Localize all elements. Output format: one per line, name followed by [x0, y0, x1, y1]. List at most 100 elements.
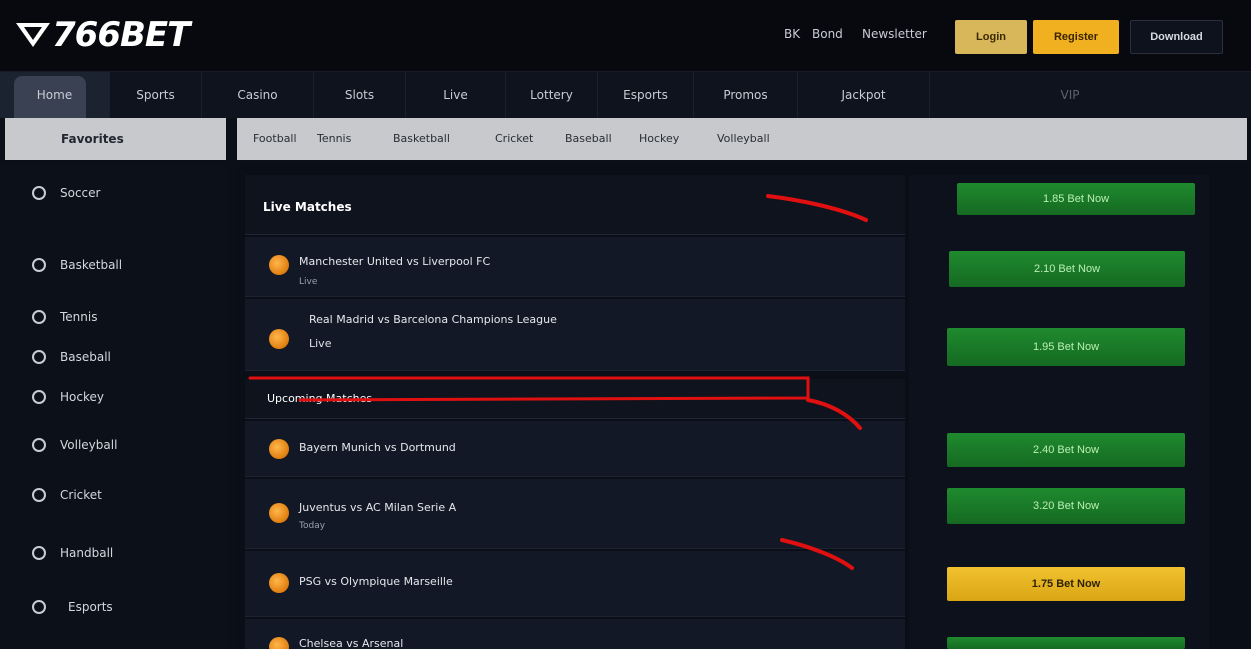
match-title: Chelsea vs Arsenal [299, 637, 404, 649]
sidebar-item-esports[interactable]: Esports [0, 585, 226, 629]
tab-label: Slots [344, 88, 375, 102]
tab-esports[interactable]: Esports [598, 72, 694, 118]
tab-label: Home [36, 88, 73, 102]
match-row[interactable]: Manchester United vs Liverpool FC Live [245, 237, 905, 297]
sidebar-item-baseball[interactable]: Baseball [0, 335, 226, 379]
tab-casino[interactable]: Casino [202, 72, 314, 118]
match-row[interactable]: Chelsea vs Arsenal [245, 619, 905, 649]
tab-lottery[interactable]: Lottery [506, 72, 598, 118]
filter-tennis[interactable]: Tennis [317, 132, 351, 145]
filter-volleyball[interactable]: Volleyball [717, 132, 770, 145]
match-title: Manchester United vs Liverpool FC [299, 255, 491, 268]
sidebar-item-label: Tennis [60, 310, 98, 324]
odds-button[interactable]: 1.75 Bet Now [947, 567, 1185, 601]
sidebar-item-label: Baseball [60, 350, 111, 364]
filter-hockey[interactable]: Hockey [639, 132, 679, 145]
favorites-bar[interactable]: Favorites [5, 118, 226, 160]
tab-live[interactable]: Live [406, 72, 506, 118]
sport-ball-icon [32, 600, 46, 614]
match-row[interactable]: Juventus vs AC Milan Serie A Today [245, 479, 905, 549]
sport-ball-icon [32, 350, 46, 364]
tab-slots[interactable]: Slots [314, 72, 406, 118]
header-link-newsletter[interactable]: Newsletter [862, 27, 927, 41]
tab-sports[interactable]: Sports [110, 72, 202, 118]
sport-ball-icon [32, 438, 46, 452]
section-header-upcoming: Upcoming Matches [245, 379, 905, 419]
tab-label: Casino [237, 88, 278, 102]
sidebar-item-basketball[interactable]: Basketball [0, 243, 226, 287]
sidebar-item-label: Volleyball [60, 438, 118, 452]
sport-ball-icon [32, 186, 46, 200]
sport-ball-icon [32, 310, 46, 324]
odds-button[interactable] [947, 637, 1185, 649]
header: 766BET BK Bond Newsletter Login Register… [0, 0, 1251, 72]
tab-label: Sports [136, 88, 175, 102]
main-content: Live Matches Manchester United vs Liverp… [237, 165, 1247, 649]
favorites-label: Favorites [61, 132, 124, 146]
tab-home[interactable]: Home [0, 72, 110, 118]
tab-jackpot[interactable]: Jackpot [798, 72, 930, 118]
match-title: Bayern Munich vs Dortmund [299, 441, 456, 454]
sidebar-item-label: Handball [60, 546, 114, 560]
odds-button[interactable]: 2.10 Bet Now [949, 251, 1185, 287]
match-row[interactable]: Bayern Munich vs Dortmund [245, 421, 905, 477]
tab-vip[interactable]: VIP [930, 72, 1210, 118]
download-button[interactable]: Download [1130, 20, 1223, 54]
logo-chevron-icon [16, 23, 50, 47]
sidebar-item-label: Esports [68, 600, 113, 614]
coin-icon [269, 255, 289, 275]
tab-promos[interactable]: Promos [694, 72, 798, 118]
filter-baseball[interactable]: Baseball [565, 132, 612, 145]
tab-label: Jackpot [841, 88, 886, 102]
main-nav: Home Sports Casino Slots Live Lottery Es… [0, 72, 1251, 118]
filter-cricket[interactable]: Cricket [495, 132, 533, 145]
header-link-bond[interactable]: Bond [812, 27, 843, 41]
sidebar-item-cricket[interactable]: Cricket [0, 473, 226, 517]
match-status: Live [309, 337, 332, 350]
sidebar-item-hockey[interactable]: Hockey [0, 375, 226, 419]
sidebar-item-volleyball[interactable]: Volleyball [0, 423, 226, 467]
odds-button[interactable]: 2.40 Bet Now [947, 433, 1185, 467]
sport-filter-bar: Football Tennis Basketball Cricket Baseb… [237, 118, 1247, 160]
coin-icon [269, 329, 289, 349]
sidebar-item-label: Basketball [60, 258, 123, 272]
match-title: Real Madrid vs Barcelona Champions Leagu… [309, 313, 557, 326]
sport-ball-icon [32, 390, 46, 404]
odds-button[interactable]: 1.95 Bet Now [947, 328, 1185, 366]
register-button[interactable]: Register [1033, 20, 1119, 54]
tab-label: Promos [723, 88, 768, 102]
tab-label: Esports [623, 88, 668, 102]
sidebar-item-tennis[interactable]: Tennis [0, 295, 226, 339]
tab-label: VIP [1060, 88, 1080, 102]
sidebar-item-label: Cricket [60, 488, 102, 502]
section-header-live: Live Matches [245, 175, 905, 235]
match-status: Live [299, 277, 318, 287]
match-title: PSG vs Olympique Marseille [299, 575, 453, 588]
sidebar-item-soccer[interactable]: Soccer [0, 171, 226, 215]
tab-label: Lottery [530, 88, 573, 102]
section-title: Live Matches [263, 200, 352, 214]
brand-logo[interactable]: 766BET [16, 14, 190, 56]
sidebar-item-label: Hockey [60, 390, 104, 404]
match-row[interactable]: Real Madrid vs Barcelona Champions Leagu… [245, 299, 905, 371]
sport-ball-icon [32, 546, 46, 560]
login-button[interactable]: Login [955, 20, 1027, 54]
filter-basketball[interactable]: Basketball [393, 132, 450, 145]
odds-button[interactable]: 1.85 Bet Now [957, 183, 1195, 215]
sidebar: Soccer Basketball Tennis Baseball Hockey… [0, 165, 226, 649]
coin-icon [269, 637, 289, 649]
filter-football[interactable]: Football [253, 132, 297, 145]
tab-label: Live [443, 88, 468, 102]
coin-icon [269, 573, 289, 593]
match-title: Juventus vs AC Milan Serie A [299, 501, 457, 514]
match-row[interactable]: PSG vs Olympique Marseille [245, 551, 905, 617]
sidebar-item-handball[interactable]: Handball [0, 531, 226, 575]
sport-ball-icon [32, 258, 46, 272]
match-status: Today [299, 521, 326, 531]
coin-icon [269, 503, 289, 523]
coin-icon [269, 439, 289, 459]
sport-ball-icon [32, 488, 46, 502]
odds-button[interactable]: 3.20 Bet Now [947, 488, 1185, 524]
logo-text: 766BET [52, 15, 190, 55]
header-link-bk[interactable]: BK [784, 27, 800, 41]
